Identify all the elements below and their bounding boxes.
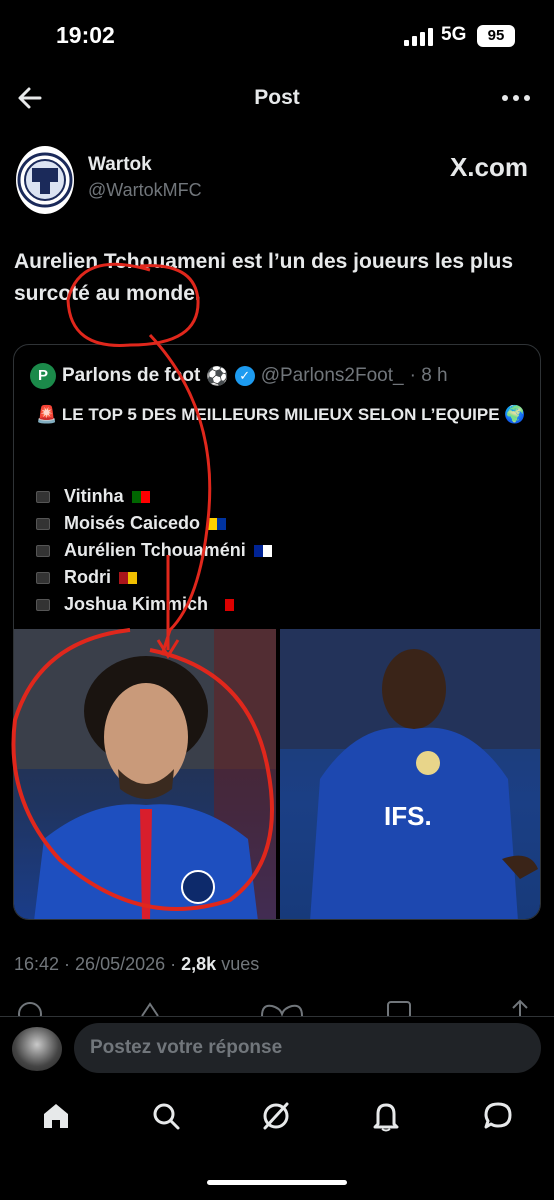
share-icon — [512, 999, 528, 1016]
views-label: vues — [221, 954, 260, 974]
post-time: 16:42 — [14, 954, 60, 974]
home-indicator — [207, 1180, 347, 1185]
reply-icon — [18, 1002, 42, 1016]
search-icon[interactable] — [150, 1100, 182, 1132]
bookmark-icon — [387, 1001, 411, 1016]
post-date: 26/05/2026 — [75, 954, 166, 974]
reply-input[interactable]: Postez votre réponse — [74, 1023, 541, 1073]
action-bar — [0, 996, 554, 1016]
views-count: 2,8k — [181, 954, 217, 974]
post-meta: 16:42 · 26/05/2026 · 2,8k vues — [14, 954, 260, 974]
notifications-icon[interactable] — [370, 1100, 402, 1132]
messages-icon[interactable] — [482, 1100, 514, 1132]
home-icon[interactable] — [40, 1100, 72, 1132]
repost-icon — [141, 1002, 159, 1016]
user-avatar[interactable] — [12, 1027, 62, 1071]
like-icon — [261, 1004, 303, 1016]
grok-icon[interactable] — [260, 1100, 292, 1132]
reply-bar: Postez votre réponse — [0, 1016, 554, 1080]
